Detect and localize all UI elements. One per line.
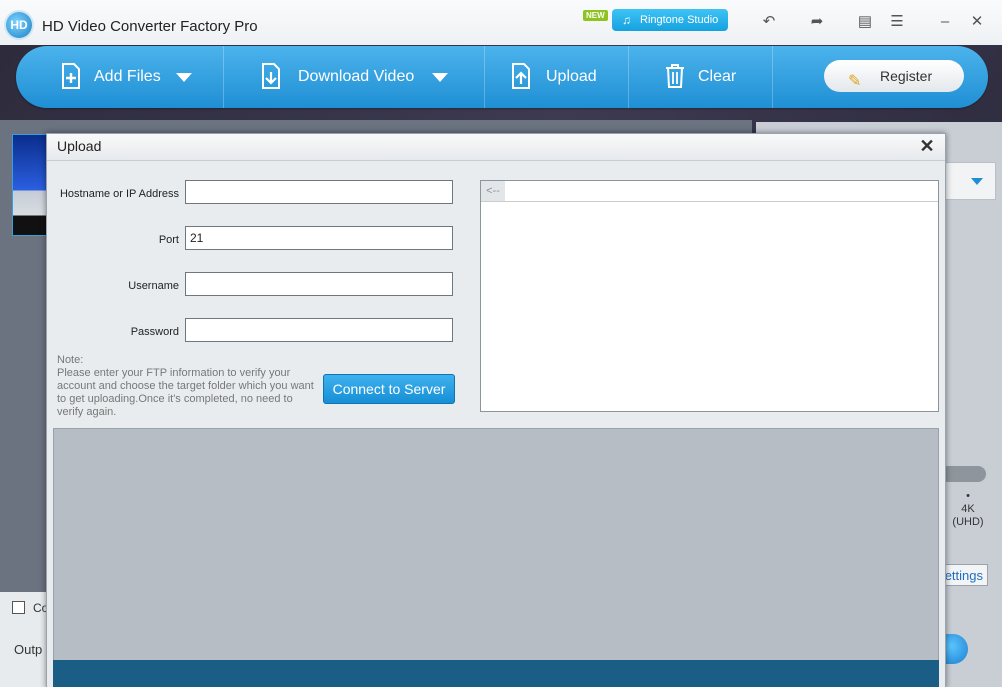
add-files-label: Add Files xyxy=(94,68,161,85)
dialog-footer-bar xyxy=(53,660,939,687)
chevron-down-icon[interactable] xyxy=(432,73,448,82)
ringtone-label: Ringtone Studio xyxy=(640,14,719,26)
chevron-down-icon[interactable] xyxy=(176,73,192,82)
merge-checkbox[interactable] xyxy=(12,601,25,614)
main-toolbar: Add Files Download Video Upload Clear ✎ … xyxy=(16,46,988,108)
chevron-down-icon xyxy=(971,178,983,185)
password-label: Password xyxy=(130,326,179,338)
toolbar-divider xyxy=(223,46,224,108)
ftp-note: Note: Please enter your FTP information … xyxy=(57,354,314,418)
format-dropdown[interactable] xyxy=(940,162,996,200)
remote-folder-browser[interactable]: <-- xyxy=(480,180,939,412)
quality-slider[interactable] xyxy=(940,466,986,482)
app-title: HD Video Converter Factory Pro xyxy=(42,18,258,35)
upload-icon xyxy=(512,63,530,89)
close-icon[interactable]: ✕ xyxy=(917,136,937,156)
app-window: HD HD Video Converter Factory Pro NEW ♫ … xyxy=(0,0,1002,687)
register-label: Register xyxy=(880,68,933,84)
connect-to-server-button[interactable]: Connect to Server xyxy=(323,374,455,404)
trash-icon xyxy=(666,64,684,88)
update-icon[interactable]: ➦ xyxy=(806,12,828,32)
clear-button[interactable]: Clear xyxy=(664,46,764,108)
hostname-input[interactable] xyxy=(185,180,453,204)
ringtone-icon: ♫ xyxy=(622,13,631,27)
username-input[interactable] xyxy=(185,272,453,296)
register-button[interactable]: ✎ Register xyxy=(824,60,964,92)
toolbar-divider xyxy=(628,46,629,108)
resolution-label: • 4K (UHD) xyxy=(952,490,984,528)
download-video-label: Download Video xyxy=(298,68,415,85)
app-logo-icon: HD xyxy=(6,12,32,38)
undo-icon[interactable]: ↶ xyxy=(758,12,780,32)
hostname-label: Hostname or IP Address xyxy=(59,188,179,200)
toolbar-divider xyxy=(484,46,485,108)
title-bar: HD HD Video Converter Factory Pro NEW ♫ … xyxy=(0,0,1002,45)
upload-label: Upload xyxy=(546,68,597,85)
username-label: Username xyxy=(128,280,179,292)
output-folder-label: Outp xyxy=(14,642,43,657)
upload-file-area xyxy=(53,428,939,687)
minimize-icon[interactable]: – xyxy=(934,12,956,32)
ringtone-studio-button[interactable]: ♫ Ringtone Studio xyxy=(612,9,728,31)
close-icon[interactable]: ✕ xyxy=(966,12,988,32)
upload-button[interactable]: Upload xyxy=(510,46,610,108)
port-input[interactable]: 21 xyxy=(185,226,453,250)
new-badge: NEW xyxy=(583,10,608,21)
chat-icon[interactable]: ▤ xyxy=(854,12,876,32)
download-video-button[interactable]: Download Video xyxy=(260,46,460,108)
download-icon xyxy=(262,63,280,89)
back-button[interactable]: <-- xyxy=(481,181,505,201)
dialog-title: Upload xyxy=(57,138,102,154)
add-files-button[interactable]: Add Files xyxy=(56,46,224,108)
clear-label: Clear xyxy=(698,68,737,85)
dialog-header: Upload ✕ xyxy=(47,134,945,161)
password-input[interactable] xyxy=(185,318,453,342)
toolbar-divider xyxy=(772,46,773,108)
browser-path-bar: <-- xyxy=(481,181,938,202)
port-label: Port xyxy=(158,234,179,246)
list-icon[interactable]: ☰ xyxy=(886,12,908,32)
add-file-icon xyxy=(62,63,80,89)
key-icon: ✎ xyxy=(848,73,862,90)
upload-dialog: Upload ✕ Hostname or IP Address Port 21 … xyxy=(46,133,946,687)
